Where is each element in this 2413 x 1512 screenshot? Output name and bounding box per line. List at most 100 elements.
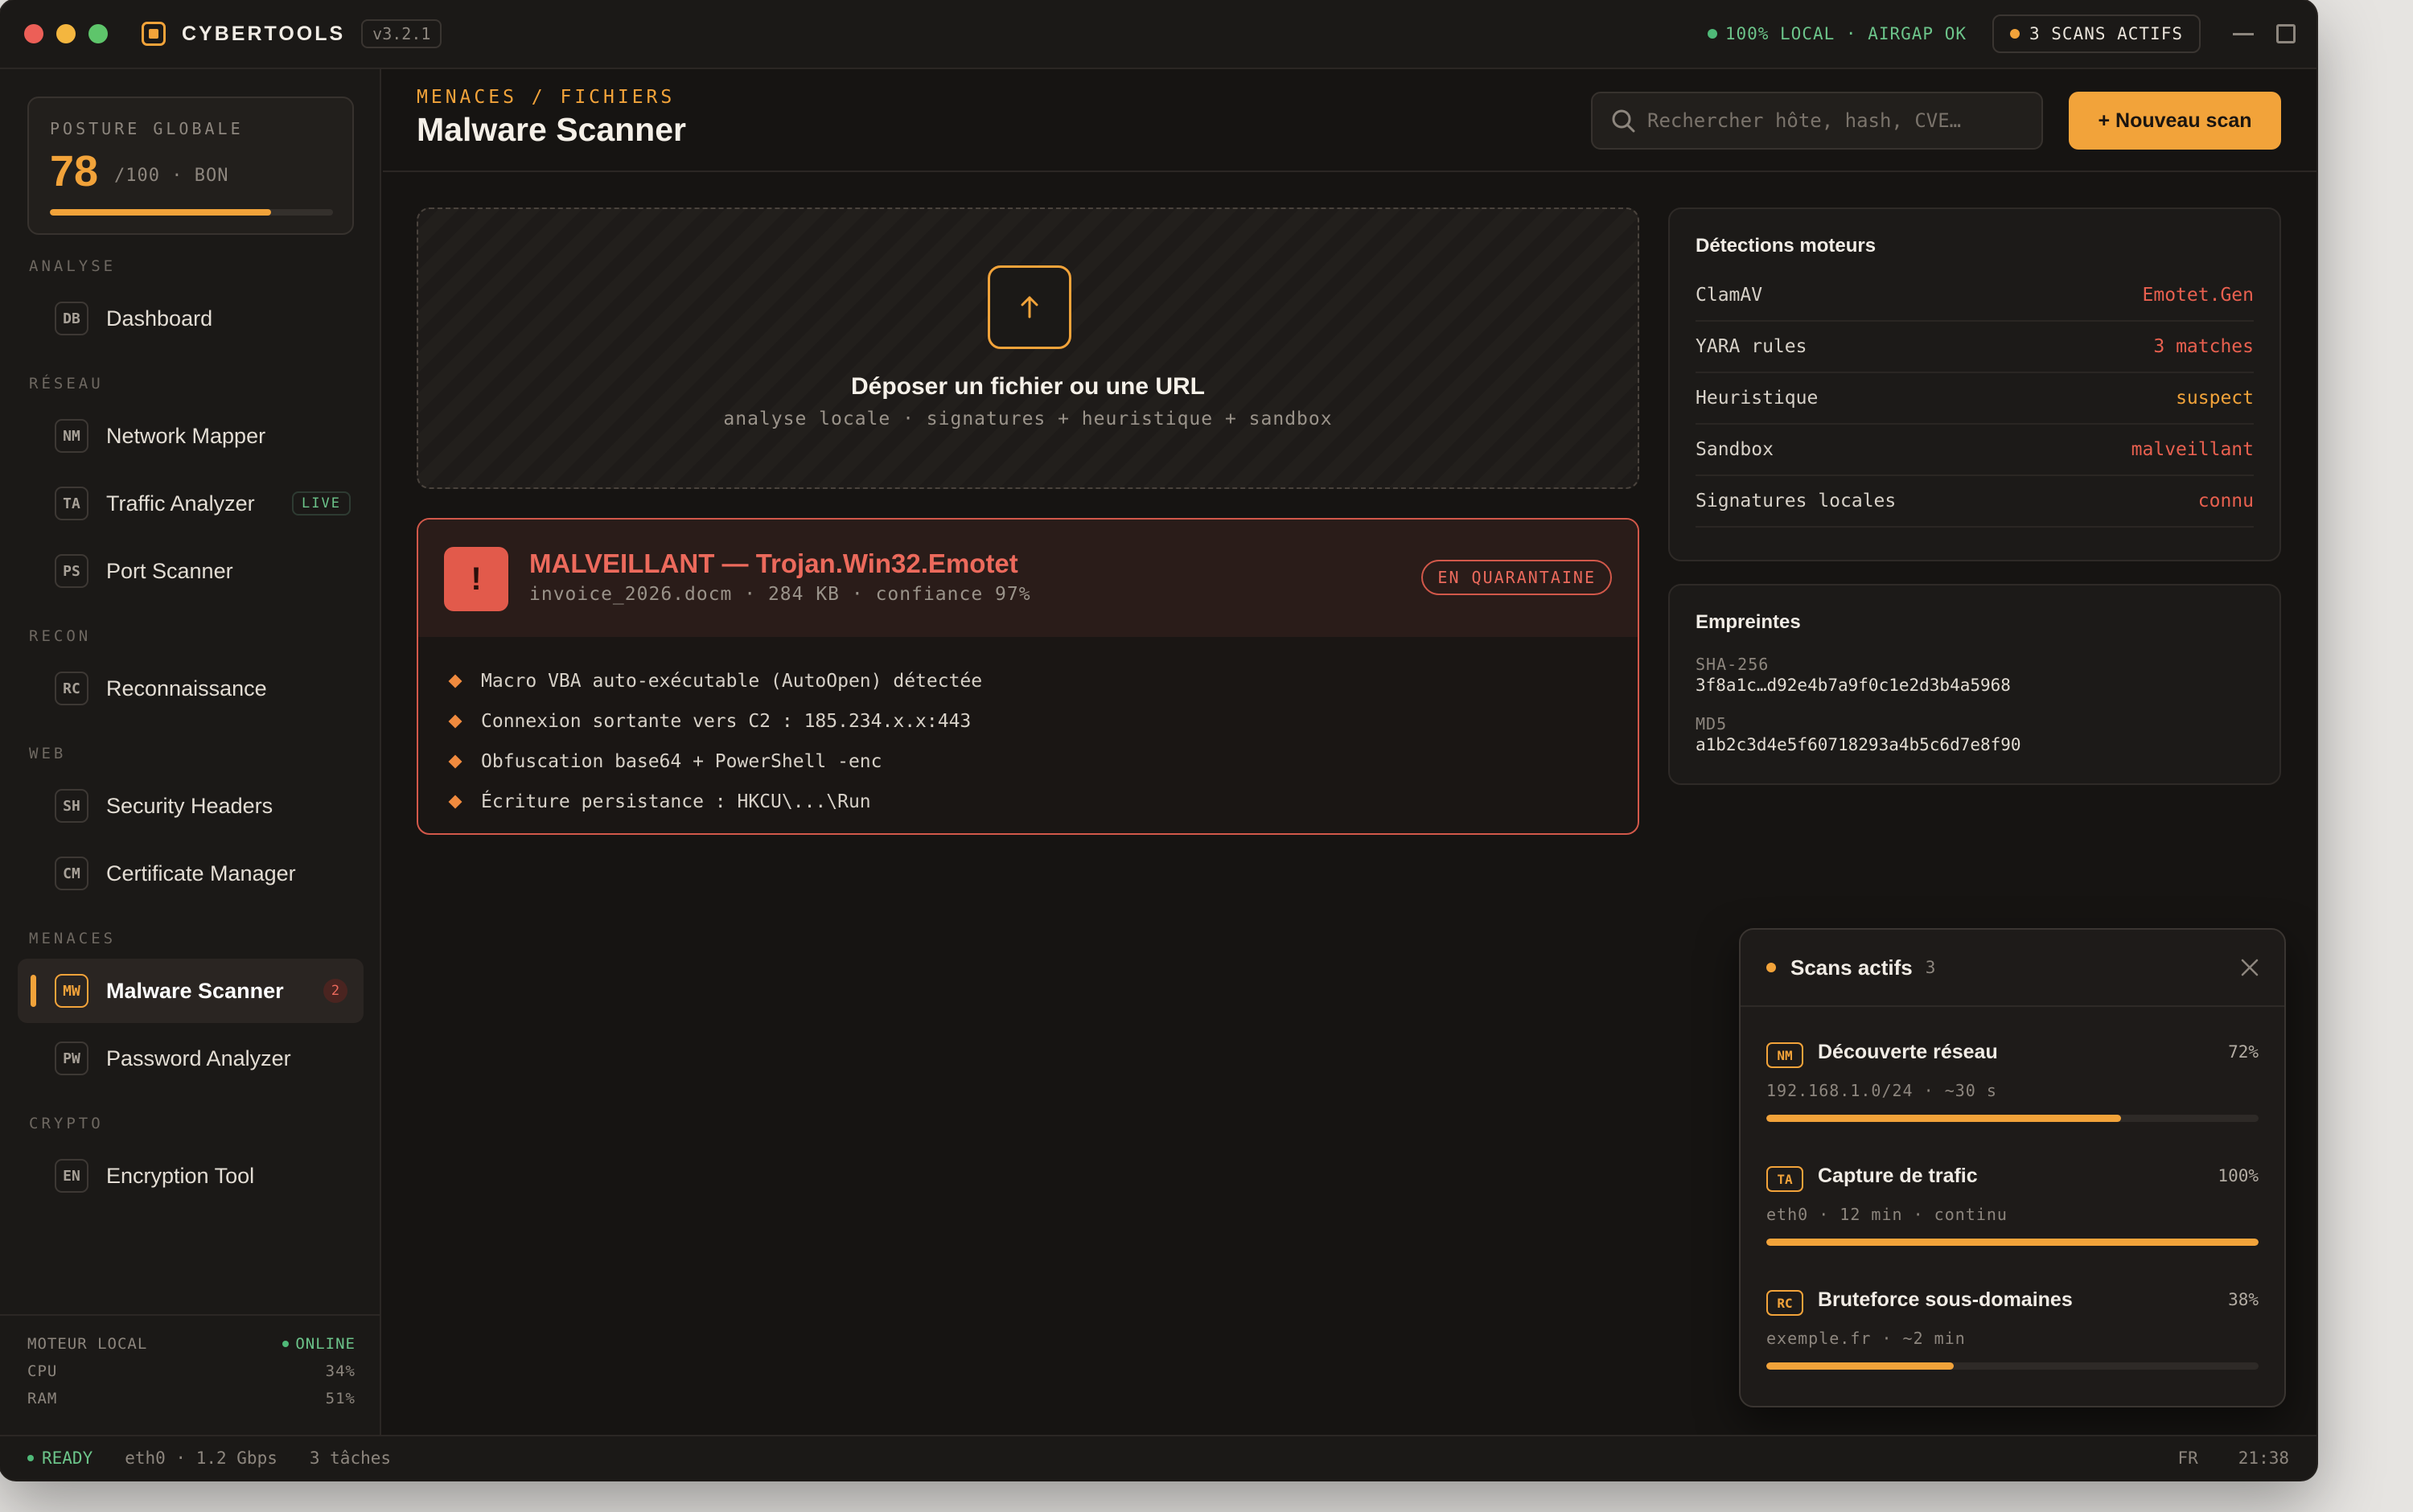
app-logo-icon — [142, 22, 166, 46]
section-menaces: MENACES — [29, 930, 117, 947]
posture-score: 78 — [50, 147, 99, 195]
bullet-icon — [448, 795, 462, 809]
app-window: CYBERTOOLS v3.2.1 100% LOCAL · AIRGAP OK… — [0, 0, 2316, 1480]
engine-name: Heuristique — [1696, 388, 1819, 409]
search-input[interactable] — [1647, 109, 2017, 132]
scan-type-badge: NM — [1766, 1042, 1803, 1068]
scan-type-badge: RC — [1766, 1290, 1803, 1316]
live-badge: LIVE — [292, 491, 351, 516]
sidebar-item-label: Malware Scanner — [106, 978, 284, 1003]
sidebar-item-dashboard[interactable]: DB Dashboard — [18, 286, 364, 351]
scan-item[interactable]: TA Capture de trafic 100% eth0 · 12 min … — [1766, 1150, 2259, 1263]
engine-detections-panel: Détections moteurs ClamAV Emotet.Gen YAR… — [1668, 207, 2281, 561]
sidebar-item-label: Encryption Tool — [106, 1163, 255, 1188]
posture-bar — [50, 209, 333, 216]
scan-progress-fill — [1766, 1239, 2259, 1246]
scan-type-badge: TA — [1766, 1166, 1803, 1192]
sha256-value[interactable]: 3f8a1c…d92e4b7a9f0c1e2d3b4a5968 — [1696, 676, 2011, 695]
section-recon: RECON — [29, 627, 92, 645]
drop-zone-subtitle: analyse locale · signatures + heuristiqu… — [723, 409, 1333, 429]
result-file-info: invoice_2026.docm · 284 KB · confiance 9… — [529, 584, 1031, 605]
sidebar-item-label: Dashboard — [106, 306, 213, 331]
airgap-status-text: 100% LOCAL · AIRGAP OK — [1724, 24, 1967, 43]
maximize-icon[interactable] — [2276, 24, 2296, 43]
engine-online-status: ONLINE — [282, 1335, 356, 1353]
sidebar-item-network-mapper[interactable]: NM Network Mapper — [18, 404, 364, 468]
sidebar-item-encryption-tool[interactable]: EN Encryption Tool — [18, 1144, 364, 1208]
sidebar-item-reconnaissance[interactable]: RC Reconnaissance — [18, 656, 364, 721]
engine-result: connu — [2197, 491, 2254, 512]
sidebar-item-label: Port Scanner — [106, 558, 233, 583]
scan-name: Découverte réseau — [1818, 1041, 1998, 1063]
sidebar-item-label: Network Mapper — [106, 423, 266, 448]
search-box[interactable] — [1591, 92, 2043, 150]
active-scans-count: 3 — [1925, 958, 1936, 977]
md5-value[interactable]: a1b2c3d4e5f60718293a4b5c6d7e8f90 — [1696, 735, 2021, 754]
scan-percent: 38% — [2228, 1290, 2259, 1309]
bullet-icon — [448, 754, 462, 769]
section-web: WEB — [29, 745, 67, 762]
close-window-button[interactable] — [24, 24, 43, 43]
status-dot-icon — [1707, 29, 1717, 39]
sidebar-item-security-headers[interactable]: SH Security Headers — [18, 774, 364, 838]
sidebar-item-port-scanner[interactable]: PS Port Scanner — [18, 539, 364, 603]
sidebar-item-malware-scanner[interactable]: MW Malware Scanner 2 — [18, 959, 364, 1023]
list-item: Connexion sortante vers C2 : 185.234.x.x… — [447, 701, 982, 742]
scan-meta: exemple.fr · ~2 min — [1766, 1329, 1966, 1348]
sidebar-item-traffic-analyzer[interactable]: TA Traffic Analyzer LIVE — [18, 471, 364, 536]
posture-card: POSTURE GLOBALE 78 /100 · BON — [27, 97, 354, 235]
sidebar: POSTURE GLOBALE 78 /100 · BON ANALYSE DB… — [0, 69, 381, 1435]
minimize-window-button[interactable] — [56, 24, 76, 43]
finding-text: Connexion sortante vers C2 : 185.234.x.x… — [481, 711, 972, 732]
posture-label: POSTURE GLOBALE — [50, 119, 244, 138]
sidebar-item-password-analyzer[interactable]: PW Password Analyzer — [18, 1026, 364, 1091]
password-analyzer-icon: PW — [55, 1042, 88, 1075]
scan-name: Bruteforce sous-domaines — [1818, 1288, 2073, 1311]
breadcrumb[interactable]: MENACES / FICHIERS — [417, 87, 675, 108]
malware-result-card: ! MALVEILLANT — Trojan.Win32.Emotet invo… — [417, 518, 1639, 835]
tasks-status[interactable]: 3 tâches — [310, 1448, 391, 1468]
ram-label: RAM — [27, 1390, 58, 1407]
dashboard-icon: DB — [55, 302, 88, 335]
engine-name: YARA rules — [1696, 336, 1807, 357]
scan-progress-fill — [1766, 1362, 1954, 1370]
result-title: MALVEILLANT — Trojan.Win32.Emotet — [529, 549, 1018, 578]
scan-progress-bar — [1766, 1239, 2259, 1246]
finding-text: Obfuscation base64 + PowerShell -enc — [481, 751, 882, 772]
search-icon — [1612, 109, 1635, 133]
sidebar-item-label: Traffic Analyzer — [106, 491, 255, 516]
status-bar: READY eth0 · 1.2 Gbps 3 tâches FR 21:38 — [0, 1435, 2316, 1480]
posture-bar-fill — [50, 209, 271, 216]
close-icon[interactable] — [2239, 957, 2260, 978]
scan-name: Capture de trafic — [1818, 1165, 1978, 1187]
scan-item[interactable]: NM Découverte réseau 72% 192.168.1.0/24 … — [1766, 1026, 2259, 1139]
active-scans-button[interactable]: 3 SCANS ACTIFS — [1992, 14, 2201, 53]
engine-result: suspect — [2176, 388, 2254, 409]
ram-value: 51% — [325, 1390, 356, 1407]
app-name: CYBERTOOLS — [182, 22, 346, 45]
zoom-window-button[interactable] — [88, 24, 108, 43]
ready-status: READY — [27, 1448, 92, 1468]
engine-status-text: ONLINE — [295, 1335, 356, 1353]
scan-item[interactable]: RC Bruteforce sous-domaines 38% exemple.… — [1766, 1274, 2259, 1387]
quarantine-badge[interactable]: EN QUARANTAINE — [1421, 560, 1612, 595]
section-crypto: CRYPTO — [29, 1115, 104, 1132]
minimize-icon[interactable] — [2233, 32, 2254, 35]
bullet-icon — [448, 714, 462, 729]
scan-progress-fill — [1766, 1115, 2121, 1122]
cpu-label: CPU — [27, 1362, 58, 1380]
sidebar-item-certificate-manager[interactable]: CM Certificate Manager — [18, 841, 364, 906]
window-controls — [24, 24, 108, 43]
scan-percent: 72% — [2228, 1042, 2259, 1062]
certificate-manager-icon: CM — [55, 857, 88, 890]
list-item: Obfuscation base64 + PowerShell -enc — [447, 742, 982, 782]
cpu-value: 34% — [325, 1362, 356, 1380]
bullet-icon — [448, 674, 462, 688]
new-scan-button[interactable]: + Nouveau scan — [2069, 92, 2281, 150]
scan-meta: 192.168.1.0/24 · ~30 s — [1766, 1081, 1997, 1100]
engine-name: ClamAV — [1696, 285, 1763, 306]
detection-row: YARA rules 3 matches — [1696, 322, 2254, 373]
security-headers-icon: SH — [55, 789, 88, 823]
file-drop-zone[interactable]: Déposer un fichier ou une URL analyse lo… — [417, 207, 1639, 489]
language-indicator[interactable]: FR — [2177, 1448, 2197, 1468]
